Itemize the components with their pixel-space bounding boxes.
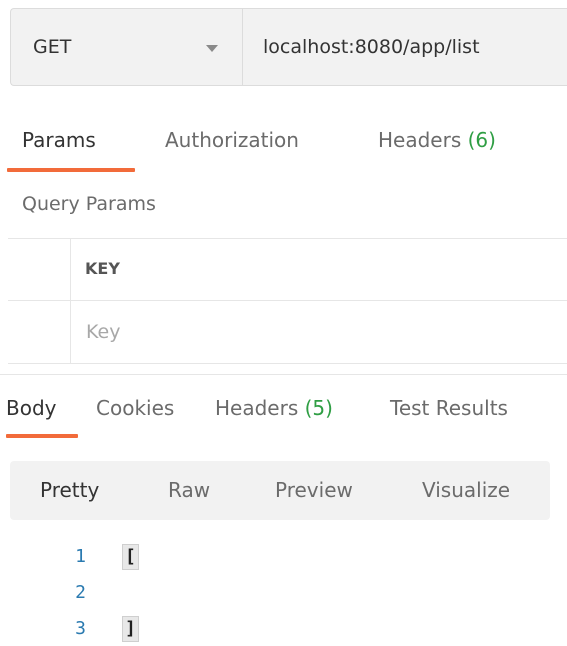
tab-params-label: Params	[22, 128, 96, 152]
code-line: 1 [	[0, 540, 567, 574]
method-select[interactable]: GET	[11, 9, 243, 85]
tab-response-headers-count: (5)	[304, 396, 333, 420]
method-label: GET	[33, 36, 72, 58]
tab-authorization-label: Authorization	[165, 128, 299, 152]
tab-response-headers-label: Headers	[215, 396, 299, 420]
query-params-title: Query Params	[22, 193, 156, 215]
mode-raw-label: Raw	[168, 478, 211, 502]
request-tabs: Params Authorization Headers (6)	[0, 118, 567, 174]
tab-headers-label: Headers	[378, 128, 462, 152]
tab-headers[interactable]: Headers (6)	[378, 118, 496, 174]
mode-preview[interactable]: Preview	[275, 461, 353, 520]
response-tabs: Body Cookies Headers (5) Test Results	[0, 386, 567, 436]
mode-preview-label: Preview	[275, 478, 353, 502]
tab-headers-count: (6)	[467, 128, 496, 152]
mode-visualize-label: Visualize	[422, 478, 511, 502]
tab-cookies[interactable]: Cookies	[96, 386, 174, 430]
tab-authorization[interactable]: Authorization	[165, 118, 299, 174]
code-text: [	[122, 544, 139, 570]
code-line: 3 ]	[0, 612, 567, 646]
tab-test-results-label: Test Results	[390, 396, 508, 420]
key-input[interactable]	[78, 311, 558, 353]
line-number: 3	[75, 618, 86, 639]
active-tab-indicator	[7, 168, 135, 172]
url-text: localhost:8080/app/list	[263, 36, 480, 58]
table-header-row: KEY	[8, 239, 567, 301]
tab-body[interactable]: Body	[6, 386, 57, 430]
mode-raw[interactable]: Raw	[168, 461, 210, 520]
code-line: 2	[0, 576, 567, 610]
line-number: 2	[75, 582, 86, 603]
request-bar: GET localhost:8080/app/list	[10, 8, 567, 86]
tab-params[interactable]: Params	[22, 118, 96, 174]
line-number: 1	[75, 546, 86, 567]
view-mode-bar: Pretty Raw Preview Visualize	[10, 461, 550, 520]
tab-cookies-label: Cookies	[96, 396, 175, 420]
response-body[interactable]: 1 [ 2 3 ]	[0, 540, 567, 645]
tab-body-label: Body	[6, 396, 57, 420]
tab-test-results[interactable]: Test Results	[390, 386, 508, 430]
table-row	[8, 301, 567, 363]
mode-visualize[interactable]: Visualize	[422, 461, 510, 520]
mode-pretty-label: Pretty	[40, 478, 100, 502]
key-column-header: KEY	[85, 259, 120, 278]
code-text: ]	[122, 616, 139, 642]
chevron-down-icon[interactable]	[206, 45, 218, 52]
mode-pretty[interactable]: Pretty	[40, 461, 99, 520]
section-divider	[0, 374, 567, 375]
query-params-table: KEY	[8, 238, 567, 364]
active-response-tab-indicator	[6, 434, 78, 438]
tab-response-headers[interactable]: Headers (5)	[215, 386, 333, 430]
url-input[interactable]: localhost:8080/app/list	[243, 9, 567, 85]
column-divider	[70, 239, 71, 363]
